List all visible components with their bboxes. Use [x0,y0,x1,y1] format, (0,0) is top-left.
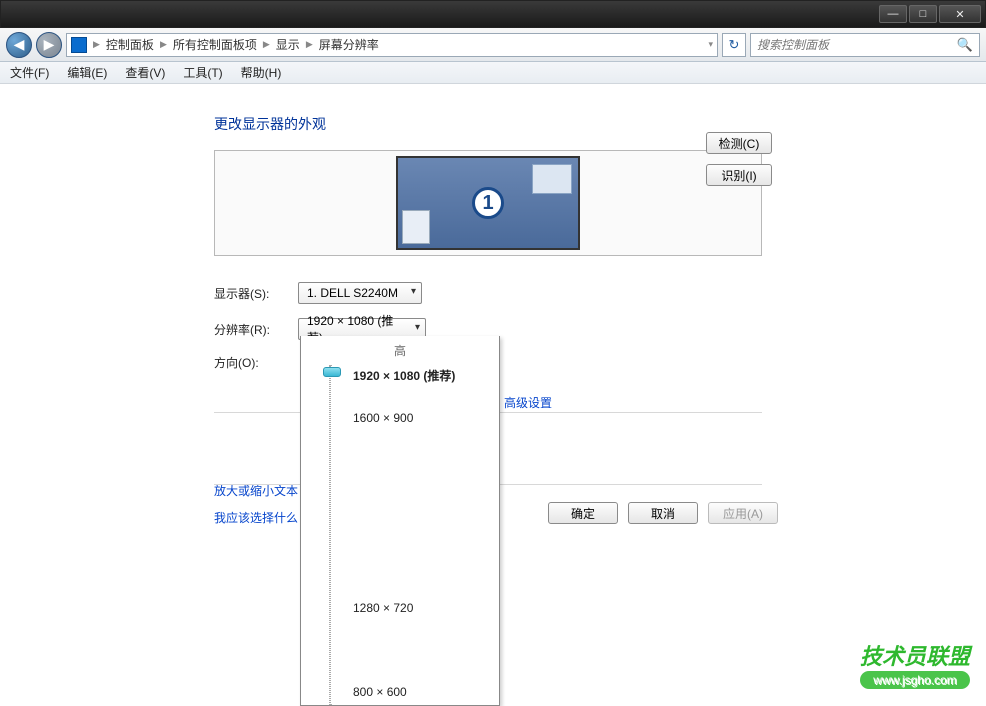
back-button[interactable]: ◀ [6,32,32,58]
chevron-right-icon: ▶ [306,39,313,50]
advanced-settings-link[interactable]: 高级设置 [504,394,552,411]
window-thumb-icon [532,164,572,194]
breadcrumb-bar[interactable]: ▶ 控制面板 ▶ 所有控制面板项 ▶ 显示 ▶ 屏幕分辨率 ▾ [66,33,718,57]
monitor-number: 1 [472,187,504,219]
menu-edit[interactable]: 编辑(E) [67,64,107,81]
display-label: 显示器(S): [214,285,280,302]
refresh-button[interactable]: ↻ [722,33,746,57]
identify-button[interactable]: 识别(I) [706,164,772,186]
resolution-high-label: 高 [311,342,489,359]
minimize-button[interactable]: — [879,5,907,23]
maximize-button[interactable]: □ [909,5,937,23]
display-value: 1. DELL S2240M [307,286,398,300]
back-icon: ◀ [14,36,25,53]
dropdown-icon[interactable]: ▾ [708,39,713,50]
breadcrumb-item[interactable]: 屏幕分辨率 [319,36,379,53]
resolution-option[interactable]: 1280 × 720 [353,601,413,615]
search-box[interactable]: 🔍 [750,33,980,57]
breadcrumb-item[interactable]: 显示 [276,36,300,53]
breadcrumb-item[interactable]: 控制面板 [106,36,154,53]
watermark-url: www.jsgho.com [860,671,970,689]
address-bar-row: ◀ ▶ ▶ 控制面板 ▶ 所有控制面板项 ▶ 显示 ▶ 屏幕分辨率 ▾ ↻ 🔍 [0,28,986,62]
display-dropdown[interactable]: 1. DELL S2240M [298,282,422,304]
slider-thumb[interactable] [323,367,341,377]
search-input[interactable] [757,38,957,52]
menu-bar: 文件(F) 编辑(E) 查看(V) 工具(T) 帮助(H) [0,62,986,84]
resolution-slider-track[interactable]: 1920 × 1080 (推荐) 1600 × 900 1280 × 720 8… [323,365,489,705]
watermark: 技术员联盟 www.jsgho.com [860,639,970,689]
search-icon[interactable]: 🔍 [957,37,973,53]
resolution-option[interactable]: 1920 × 1080 (推荐) [353,367,455,384]
resolution-option[interactable]: 1600 × 900 [353,411,413,425]
breadcrumb-item[interactable]: 所有控制面板项 [173,36,257,53]
forward-icon: ▶ [44,36,55,53]
chevron-right-icon: ▶ [160,39,167,50]
window-thumb-icon [402,210,430,244]
close-button[interactable]: ✕ [939,5,981,23]
forward-button[interactable]: ▶ [36,32,62,58]
chevron-right-icon: ▶ [263,39,270,50]
resolution-slider-panel[interactable]: 高 1920 × 1080 (推荐) 1600 × 900 1280 × 720… [300,336,500,706]
window-titlebar: — □ ✕ [0,0,986,28]
refresh-icon: ↻ [729,37,740,53]
orientation-label: 方向(O): [214,354,280,371]
page-title: 更改显示器的外观 [214,114,986,134]
slider-line [329,365,331,705]
display-preview: 1 [214,150,762,256]
cancel-button[interactable]: 取消 [628,502,698,524]
menu-file[interactable]: 文件(F) [10,64,49,81]
resolution-option[interactable]: 800 × 600 [353,685,407,699]
watermark-title: 技术员联盟 [860,644,970,669]
ok-button[interactable]: 确定 [548,502,618,524]
menu-view[interactable]: 查看(V) [125,64,165,81]
link-which-choose[interactable]: 我应该选择什么 [214,509,298,526]
chevron-right-icon: ▶ [93,39,100,50]
menu-help[interactable]: 帮助(H) [241,64,282,81]
control-panel-icon [71,37,87,53]
monitor-thumbnail[interactable]: 1 [396,156,580,250]
resolution-label: 分辨率(R): [214,321,280,338]
menu-tools[interactable]: 工具(T) [183,64,222,81]
apply-button: 应用(A) [708,502,778,524]
detect-button[interactable]: 检测(C) [706,132,772,154]
